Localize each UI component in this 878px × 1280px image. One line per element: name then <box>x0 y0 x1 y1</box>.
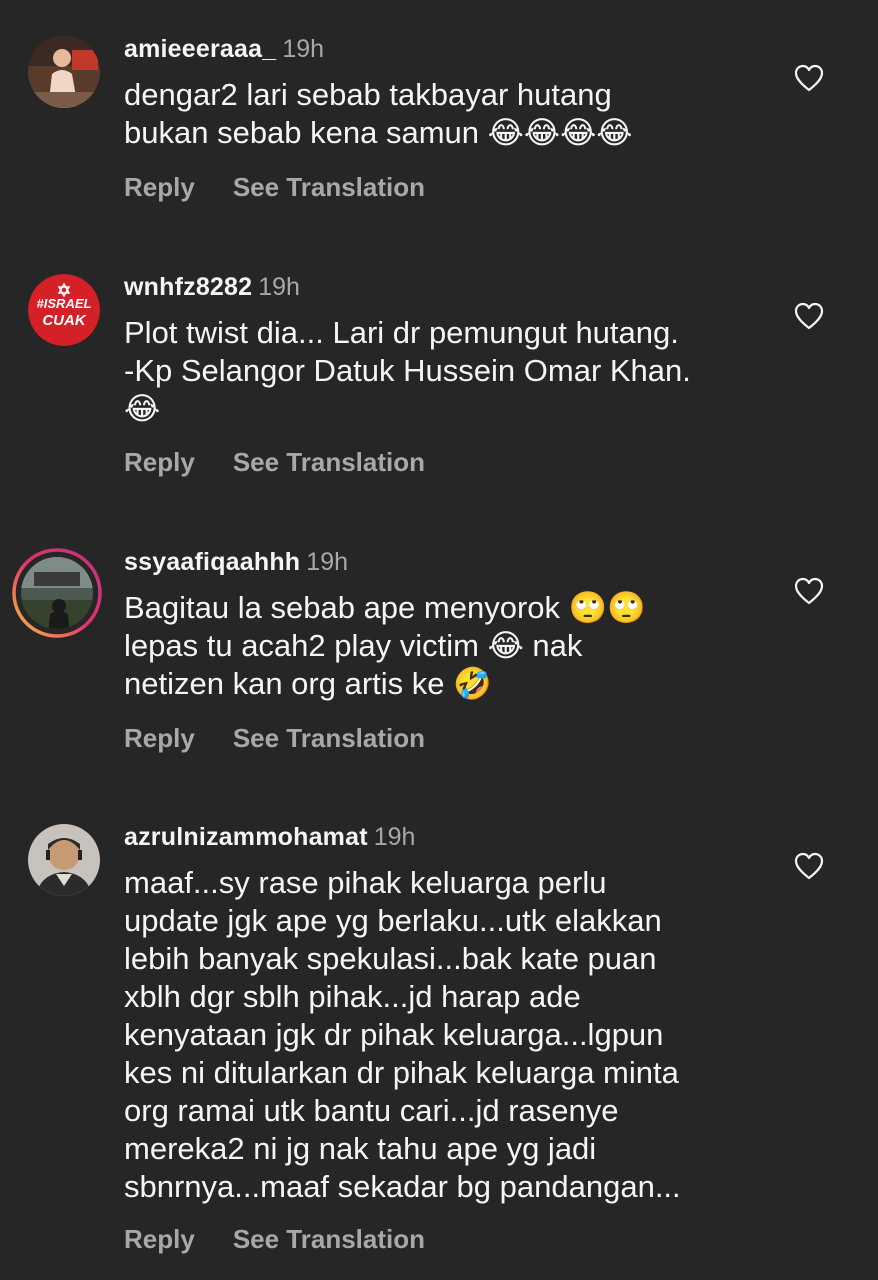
heart-icon[interactable] <box>794 577 824 605</box>
comment-text: Bagitau la sebab ape menyorok 🙄🙄 lepas t… <box>124 590 646 701</box>
avatar[interactable] <box>28 36 100 108</box>
avatar[interactable] <box>12 548 102 638</box>
see-translation-button[interactable]: See Translation <box>233 447 425 477</box>
heart-icon[interactable] <box>794 64 824 92</box>
avatar-text: CUAK <box>42 312 86 329</box>
reply-button[interactable]: Reply <box>124 447 195 477</box>
see-translation-button[interactable]: See Translation <box>233 1224 425 1254</box>
comment-text: dengar2 lari sebab takbayar hutang bukan… <box>124 77 633 150</box>
see-translation-button[interactable]: See Translation <box>233 723 425 753</box>
heart-icon[interactable] <box>794 302 824 330</box>
username[interactable]: ssyaafiqaahhh <box>124 548 300 576</box>
comment-time: 19h <box>282 35 325 63</box>
avatar[interactable]: #ISRAEL CUAK <box>28 274 100 346</box>
username[interactable]: amieeeraaa_ <box>124 35 276 63</box>
comment-text: Plot twist dia... Lari dr pemungut hutan… <box>124 315 691 426</box>
avatar[interactable] <box>28 824 100 896</box>
avatar-text: #ISRAEL <box>37 296 92 311</box>
reply-button[interactable]: Reply <box>124 172 195 202</box>
comment-time: 19h <box>258 273 300 301</box>
username[interactable]: azrulnizammohamat <box>124 823 368 851</box>
reply-button[interactable]: Reply <box>124 1224 195 1254</box>
comment-text: maaf...sy rase pihak keluarga perlu upda… <box>124 865 681 1204</box>
username[interactable]: wnhfz8282 <box>124 273 252 301</box>
reply-button[interactable]: Reply <box>124 723 195 753</box>
comment-time: 19h <box>373 823 416 851</box>
comment-time: 19h <box>306 548 349 576</box>
see-translation-button[interactable]: See Translation <box>233 172 425 202</box>
heart-icon[interactable] <box>794 852 824 880</box>
